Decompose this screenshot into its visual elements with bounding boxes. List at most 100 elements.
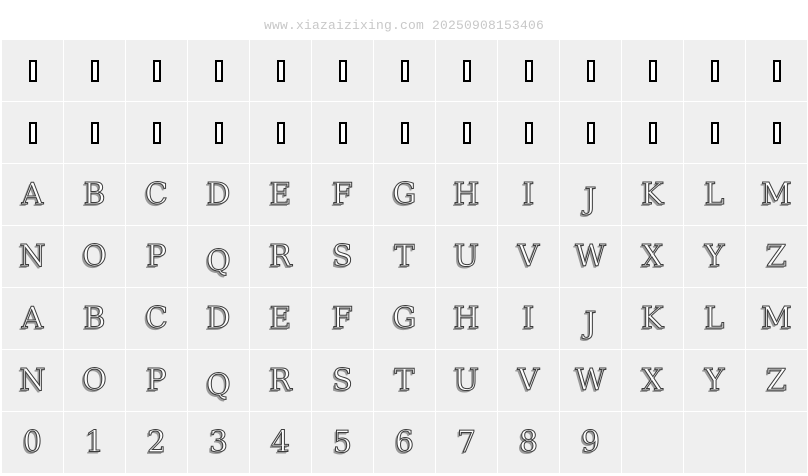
glyph-cell xyxy=(250,102,312,164)
glyph-character: G xyxy=(392,176,417,212)
glyph-cell: L xyxy=(684,164,746,226)
glyph-cell xyxy=(374,40,436,102)
glyph-character: R xyxy=(269,362,293,398)
glyph-character: 4 xyxy=(270,424,291,460)
missing-glyph-box-icon xyxy=(152,121,161,144)
glyph-cell: X xyxy=(622,226,684,288)
glyph-character: T xyxy=(394,238,415,274)
glyph-character: N xyxy=(19,362,46,398)
glyph-cell xyxy=(436,40,498,102)
glyph-preview-grid: ABCDEFGHIJKLMNOPQRSTUVWXYZABCDEFGHIJKLMN… xyxy=(2,40,808,474)
glyph-character: Z xyxy=(766,362,788,398)
glyph-character: I xyxy=(522,176,535,212)
glyph-character: E xyxy=(269,176,292,212)
glyph-cell: K xyxy=(622,164,684,226)
glyph-cell: Y xyxy=(684,350,746,412)
glyph-character: K xyxy=(641,300,664,336)
glyph-cell: N xyxy=(2,226,64,288)
glyph-cell xyxy=(312,102,374,164)
glyph-character: H xyxy=(453,300,480,336)
missing-glyph-box-icon xyxy=(772,59,781,82)
glyph-cell: T xyxy=(374,226,436,288)
glyph-cell: D xyxy=(188,164,250,226)
glyph-character: U xyxy=(453,238,480,274)
missing-glyph-box-icon xyxy=(28,121,37,144)
glyph-character: R xyxy=(269,238,293,274)
glyph-character: 8 xyxy=(518,424,539,460)
glyph-character: W xyxy=(575,362,607,398)
glyph-cell: J xyxy=(560,164,622,226)
glyph-cell: 4 xyxy=(250,412,312,474)
missing-glyph-box-icon xyxy=(90,121,99,144)
glyph-character: F xyxy=(332,176,354,212)
glyph-character: Q xyxy=(206,367,232,403)
missing-glyph-box-icon xyxy=(648,59,657,82)
glyph-character: O xyxy=(82,238,108,274)
glyph-character: A xyxy=(21,176,44,212)
glyph-cell xyxy=(2,40,64,102)
glyph-character: I xyxy=(522,300,535,336)
glyph-character: V xyxy=(517,362,540,398)
glyph-cell: Q xyxy=(188,226,250,288)
glyph-character: J xyxy=(584,181,597,217)
missing-glyph-box-icon xyxy=(772,121,781,144)
glyph-cell: Y xyxy=(684,226,746,288)
glyph-cell: O xyxy=(64,350,126,412)
glyph-cell: I xyxy=(498,164,560,226)
glyph-character: 9 xyxy=(580,424,601,460)
glyph-character: C xyxy=(145,176,169,212)
glyph-cell: 5 xyxy=(312,412,374,474)
missing-glyph-box-icon xyxy=(462,121,471,144)
glyph-cell: C xyxy=(126,288,188,350)
missing-glyph-box-icon xyxy=(90,59,99,82)
glyph-cell xyxy=(746,40,808,102)
missing-glyph-box-icon xyxy=(214,59,223,82)
glyph-cell: F xyxy=(312,164,374,226)
empty-glyph-cell xyxy=(622,412,684,474)
glyph-cell: Z xyxy=(746,226,808,288)
missing-glyph-box-icon xyxy=(28,59,37,82)
glyph-cell xyxy=(560,40,622,102)
glyph-cell: D xyxy=(188,288,250,350)
glyph-cell xyxy=(498,102,560,164)
glyph-cell: K xyxy=(622,288,684,350)
glyph-character: B xyxy=(83,300,106,336)
missing-glyph-box-icon xyxy=(710,59,719,82)
glyph-cell xyxy=(312,40,374,102)
empty-glyph-cell xyxy=(684,412,746,474)
glyph-character: F xyxy=(332,300,354,336)
glyph-character: G xyxy=(392,300,417,336)
glyph-cell: J xyxy=(560,288,622,350)
glyph-cell: W xyxy=(560,350,622,412)
glyph-cell xyxy=(560,102,622,164)
glyph-cell: E xyxy=(250,288,312,350)
glyph-character: L xyxy=(704,300,725,336)
glyph-cell: H xyxy=(436,288,498,350)
glyph-cell: U xyxy=(436,226,498,288)
missing-glyph-box-icon xyxy=(152,59,161,82)
glyph-character: Y xyxy=(704,238,725,274)
missing-glyph-box-icon xyxy=(524,59,533,82)
glyph-cell: B xyxy=(64,164,126,226)
glyph-cell: 1 xyxy=(64,412,126,474)
glyph-character: L xyxy=(704,176,725,212)
glyph-cell: 7 xyxy=(436,412,498,474)
glyph-cell: R xyxy=(250,350,312,412)
glyph-character: S xyxy=(332,362,354,398)
glyph-cell xyxy=(622,102,684,164)
glyph-character: O xyxy=(82,362,108,398)
missing-glyph-box-icon xyxy=(648,121,657,144)
glyph-cell: 6 xyxy=(374,412,436,474)
glyph-character: Z xyxy=(766,238,788,274)
glyph-cell: T xyxy=(374,350,436,412)
glyph-character: M xyxy=(761,300,793,336)
glyph-cell xyxy=(2,102,64,164)
missing-glyph-box-icon xyxy=(214,121,223,144)
glyph-cell: G xyxy=(374,288,436,350)
glyph-cell: O xyxy=(64,226,126,288)
glyph-cell: B xyxy=(64,288,126,350)
glyph-character: 5 xyxy=(332,424,353,460)
glyph-cell xyxy=(188,40,250,102)
glyph-cell xyxy=(250,40,312,102)
missing-glyph-box-icon xyxy=(400,121,409,144)
